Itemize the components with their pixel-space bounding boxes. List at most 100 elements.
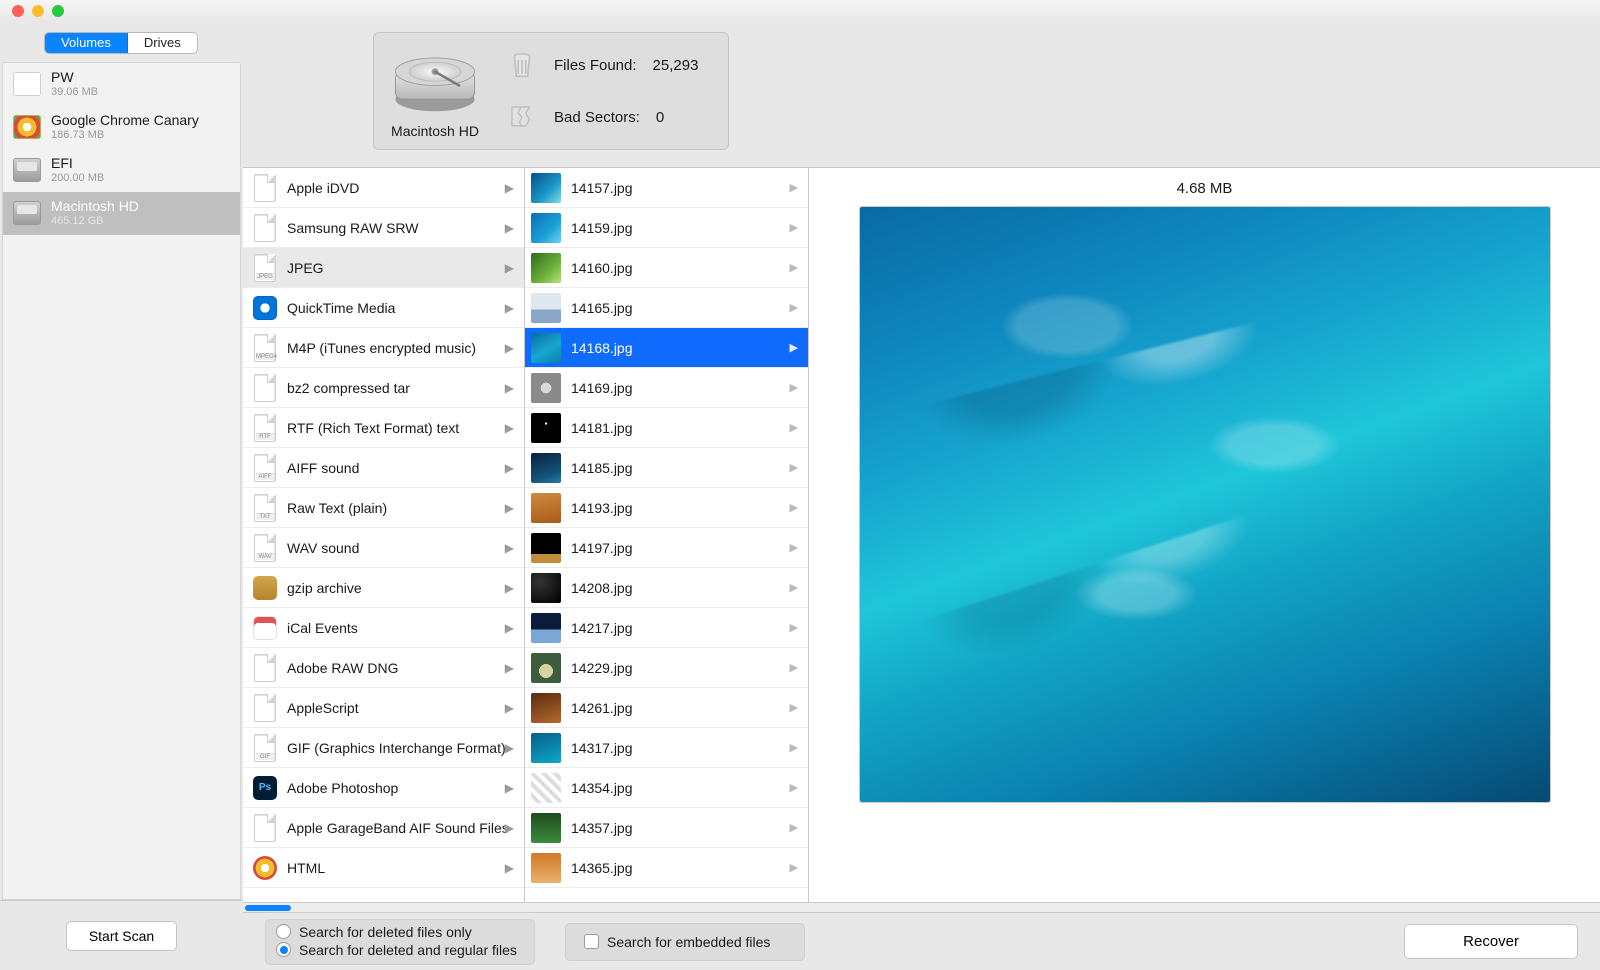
file-type-row[interactable]: Adobe RAW DNG ▶ [243, 648, 524, 688]
file-type-row[interactable]: Apple GarageBand AIF Sound Files ▶ [243, 808, 524, 848]
chevron-right-icon: ▶ [790, 621, 798, 634]
file-type-label: JPEG [287, 260, 516, 276]
file-name: 14185.jpg [571, 460, 800, 476]
file-row[interactable]: 14261.jpg ▶ [525, 688, 808, 728]
file-type-row[interactable]: Ps Adobe Photoshop ▶ [243, 768, 524, 808]
document-icon: WAV [254, 534, 276, 562]
segment-volumes[interactable]: Volumes [45, 33, 128, 53]
checkbox-embedded[interactable]: Search for embedded files [584, 934, 770, 950]
file-thumbnail [531, 613, 561, 643]
file-type-label: Samsung RAW SRW [287, 220, 516, 236]
chevron-right-icon: ▶ [505, 781, 514, 795]
file-list-column[interactable]: 14157.jpg ▶ 14159.jpg ▶ 14160.jpg ▶ 1416… [525, 168, 809, 902]
file-type-row[interactable]: QuickTime Media ▶ [243, 288, 524, 328]
file-row[interactable]: 14193.jpg ▶ [525, 488, 808, 528]
volumes-list: PW 39.06 MB Google Chrome Canary 186.73 … [2, 62, 241, 900]
radio-deleted-and-regular[interactable]: Search for deleted and regular files [276, 942, 520, 958]
volume-item[interactable]: Google Chrome Canary 186.73 MB [3, 106, 240, 149]
file-type-row[interactable]: TXT Raw Text (plain) ▶ [243, 488, 524, 528]
file-row[interactable]: 14160.jpg ▶ [525, 248, 808, 288]
chevron-right-icon: ▶ [790, 461, 798, 474]
file-row[interactable]: 14159.jpg ▶ [525, 208, 808, 248]
document-icon [254, 374, 276, 402]
start-scan-button[interactable]: Start Scan [66, 921, 177, 951]
file-row[interactable]: 14357.jpg ▶ [525, 808, 808, 848]
chevron-right-icon: ▶ [790, 261, 798, 274]
segment-drives[interactable]: Drives [128, 33, 197, 53]
chevron-right-icon: ▶ [790, 581, 798, 594]
file-row[interactable]: 14208.jpg ▶ [525, 568, 808, 608]
chevron-right-icon: ▶ [790, 501, 798, 514]
file-row[interactable]: 14217.jpg ▶ [525, 608, 808, 648]
file-type-row[interactable]: Samsung RAW SRW ▶ [243, 208, 524, 248]
app: Volumes Drives PW 39.06 MB Google Chrome… [0, 22, 1600, 970]
file-row[interactable]: 14169.jpg ▶ [525, 368, 808, 408]
file-thumbnail [531, 733, 561, 763]
file-type-row[interactable]: WAV WAV sound ▶ [243, 528, 524, 568]
radio-deleted-only[interactable]: Search for deleted files only [276, 924, 520, 940]
file-row[interactable]: 14168.jpg ▶ [525, 328, 808, 368]
broken-icon [506, 101, 538, 133]
chevron-right-icon: ▶ [790, 221, 798, 234]
file-type-column[interactable]: Apple iDVD ▶ Samsung RAW SRW ▶ JPEG JPEG… [243, 168, 525, 902]
document-icon: TXT [254, 494, 276, 522]
file-row[interactable]: 14229.jpg ▶ [525, 648, 808, 688]
volume-size: 39.06 MB [51, 86, 98, 99]
embedded-group: Search for embedded files [565, 923, 805, 961]
drive-label: Macintosh HD [391, 123, 479, 139]
file-row[interactable]: 14181.jpg ▶ [525, 408, 808, 448]
file-name: 14157.jpg [571, 180, 800, 196]
preview-size: 4.68 MB [809, 168, 1600, 207]
volume-icon [13, 158, 41, 182]
file-type-row[interactable]: iCal Events ▶ [243, 608, 524, 648]
file-type-row[interactable]: MPEG4 M4P (iTunes encrypted music) ▶ [243, 328, 524, 368]
file-thumbnail [531, 573, 561, 603]
file-type-row[interactable]: JPEG JPEG ▶ [243, 248, 524, 288]
file-type-row[interactable]: Apple iDVD ▶ [243, 168, 524, 208]
file-name: 14365.jpg [571, 860, 800, 876]
recover-button[interactable]: Recover [1404, 924, 1578, 959]
start-scan-wrap: Start Scan [0, 900, 243, 970]
file-thumbnail [531, 853, 561, 883]
volume-size: 200.00 MB [51, 172, 104, 185]
volume-text: PW 39.06 MB [51, 69, 98, 99]
chevron-right-icon: ▶ [790, 341, 798, 354]
file-name: 14261.jpg [571, 700, 800, 716]
file-row[interactable]: 14197.jpg ▶ [525, 528, 808, 568]
file-name: 14208.jpg [571, 580, 800, 596]
file-type-row[interactable]: AppleScript ▶ [243, 688, 524, 728]
horizontal-scrollbar[interactable] [243, 902, 1600, 912]
file-row[interactable]: 14157.jpg ▶ [525, 168, 808, 208]
stat-files-found: Files Found: 25,293 [506, 49, 698, 81]
file-type-row[interactable]: RTF RTF (Rich Text Format) text ▶ [243, 408, 524, 448]
close-icon[interactable] [12, 5, 24, 17]
volume-name: EFI [51, 155, 104, 172]
chevron-right-icon: ▶ [505, 541, 514, 555]
scrollbar-thumb[interactable] [245, 905, 291, 911]
file-type-row[interactable]: AIFF AIFF sound ▶ [243, 448, 524, 488]
minimize-icon[interactable] [32, 5, 44, 17]
file-row[interactable]: 14365.jpg ▶ [525, 848, 808, 888]
sidebar: Volumes Drives PW 39.06 MB Google Chrome… [0, 22, 243, 970]
document-icon [254, 174, 276, 202]
volume-item[interactable]: Macintosh HD 465.12 GB [3, 192, 240, 235]
file-row[interactable]: 14185.jpg ▶ [525, 448, 808, 488]
segmented-control-wrap: Volumes Drives [0, 22, 243, 62]
file-type-label: M4P (iTunes encrypted music) [287, 340, 516, 356]
file-type-label: AppleScript [287, 700, 516, 716]
file-type-row[interactable]: bz2 compressed tar ▶ [243, 368, 524, 408]
file-thumbnail [531, 813, 561, 843]
file-type-label: Adobe RAW DNG [287, 660, 516, 676]
volume-size: 465.12 GB [51, 215, 139, 228]
chevron-right-icon: ▶ [505, 421, 514, 435]
file-type-row[interactable]: gzip archive ▶ [243, 568, 524, 608]
file-row[interactable]: 14354.jpg ▶ [525, 768, 808, 808]
volume-item[interactable]: EFI 200.00 MB [3, 149, 240, 192]
file-type-row[interactable]: GIF GIF (Graphics Interchange Format) ▶ [243, 728, 524, 768]
file-row[interactable]: 14317.jpg ▶ [525, 728, 808, 768]
file-type-row[interactable]: HTML ▶ [243, 848, 524, 888]
chevron-right-icon: ▶ [505, 181, 514, 195]
file-row[interactable]: 14165.jpg ▶ [525, 288, 808, 328]
zoom-icon[interactable] [52, 5, 64, 17]
volume-item[interactable]: PW 39.06 MB [3, 63, 240, 106]
